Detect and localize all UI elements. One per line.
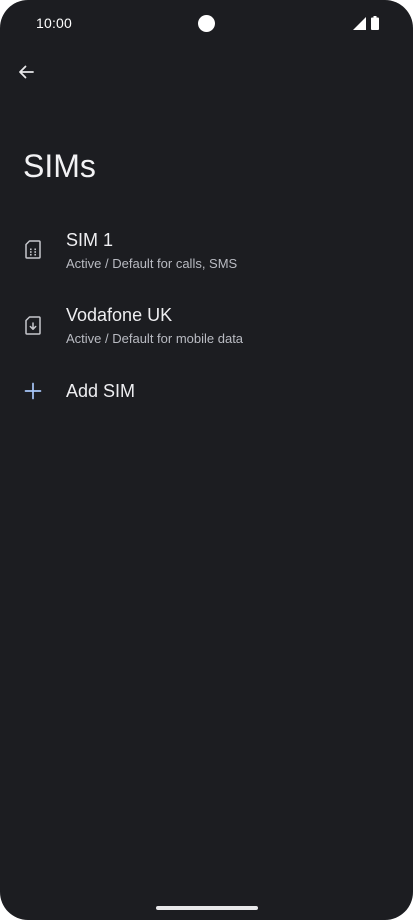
- sim-item-subtitle: Active / Default for calls, SMS: [66, 256, 238, 271]
- sim-item-vodafone-uk[interactable]: Vodafone UK Active / Default for mobile …: [0, 297, 413, 353]
- camera-cutout: [198, 15, 215, 32]
- add-sim-button[interactable]: Add SIM: [0, 366, 413, 416]
- sim-item-title: SIM 1: [66, 230, 114, 250]
- home-indicator[interactable]: [156, 906, 258, 910]
- phone-screen: 10:00 SIMs SIM 1 Active / Default for ca…: [0, 0, 413, 920]
- sim-item-title: Vodafone UK: [66, 305, 173, 325]
- cell-signal-icon: [353, 16, 366, 30]
- arrow-left-icon: [19, 65, 34, 79]
- back-button[interactable]: [10, 56, 42, 88]
- sim-item-subtitle: Active / Default for mobile data: [66, 331, 244, 346]
- status-bar: 10:00: [0, 0, 413, 46]
- sim-card-icon: [24, 239, 42, 259]
- esim-download-icon: [24, 315, 42, 335]
- add-sim-label: Add SIM: [66, 381, 136, 401]
- plus-icon: [24, 381, 42, 401]
- sim-item-sim-1[interactable]: SIM 1 Active / Default for calls, SMS: [0, 222, 413, 278]
- battery-icon: [371, 16, 379, 30]
- page-title: SIMs: [23, 148, 96, 184]
- status-icons: [353, 16, 379, 30]
- status-time: 10:00: [36, 15, 73, 31]
